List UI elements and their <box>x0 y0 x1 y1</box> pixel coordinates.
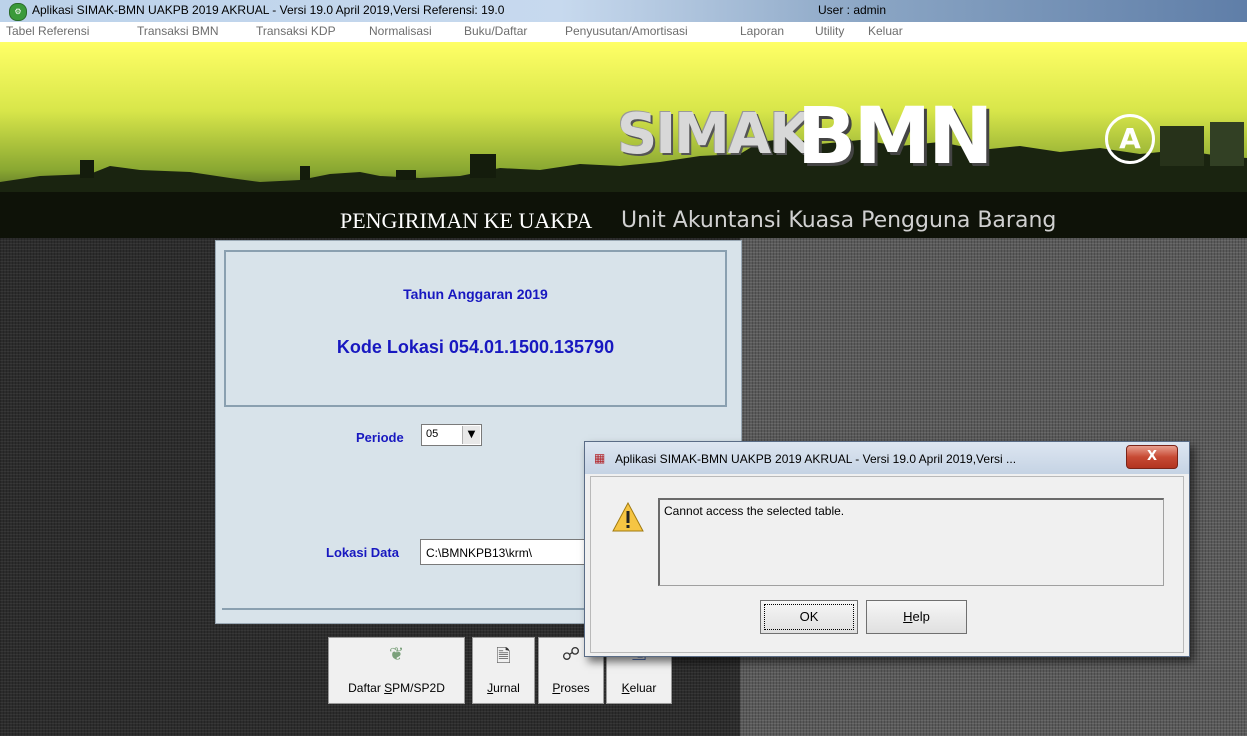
dialog-titlebar[interactable]: ▦ Aplikasi SIMAK-BMN UAKPB 2019 AKRUAL -… <box>585 442 1189 474</box>
menu-tabel-referensi[interactable]: Tabel Referensi <box>6 24 89 38</box>
menu-utility[interactable]: Utility <box>815 24 844 38</box>
keluar-label: Keluar <box>621 681 657 695</box>
menu-transaksi-kdp[interactable]: Transaksi KDP <box>256 24 336 38</box>
page-title: PENGIRIMAN KE UAKPA <box>340 208 593 233</box>
app-icon: ▦ <box>594 451 606 465</box>
periode-value: 05 <box>426 428 439 440</box>
jurnal-label: Jurnal <box>487 681 520 695</box>
periode-label: Periode <box>356 430 404 445</box>
lokasi-data-label: Lokasi Data <box>326 545 399 560</box>
window-titlebar[interactable]: ⚙ Aplikasi SIMAK-BMN UAKPB 2019 AKRUAL -… <box>0 0 1247 23</box>
close-button[interactable]: X <box>1126 445 1178 469</box>
location-code-label: Kode Lokasi 054.01.1500.135790 <box>336 337 615 357</box>
fiscal-year-label: Tahun Anggaran 2019 <box>403 286 548 302</box>
help-button[interactable]: Help <box>866 600 967 634</box>
warning-icon <box>612 502 644 532</box>
logo-simak: SIMAK <box>617 102 813 167</box>
menu-keluar[interactable]: Keluar <box>868 24 903 38</box>
menu-buku-daftar[interactable]: Buku/Daftar <box>464 24 527 38</box>
periode-select[interactable]: 05 ▼ <box>421 424 482 446</box>
daftar-spm-label: Daftar SPM/SP2D <box>348 681 445 695</box>
help-button-label: Help <box>903 609 930 624</box>
jurnal-button[interactable]: 🗎 Jurnal <box>472 637 535 704</box>
app-icon: ⚙ <box>9 3 27 21</box>
error-dialog: ▦ Aplikasi SIMAK-BMN UAKPB 2019 AKRUAL -… <box>584 441 1190 657</box>
menu-bar: Tabel Referensi Transaksi BMN Transaksi … <box>0 22 1247 42</box>
header-banner: SIMAK BMN A PENGIRIMAN KE UAKPA Unit Aku… <box>0 42 1247 238</box>
document-icon: ❦ <box>388 644 405 665</box>
menu-normalisasi[interactable]: Normalisasi <box>369 24 432 38</box>
lokasi-data-input[interactable]: C:\BMNKPB13\krm\ <box>420 539 590 565</box>
error-message: Cannot access the selected table. <box>658 498 1164 586</box>
proses-label: Proses <box>552 681 590 695</box>
ok-button[interactable]: OK <box>760 600 858 634</box>
ok-button-label: OK <box>764 604 854 630</box>
menu-transaksi-bmn[interactable]: Transaksi BMN <box>137 24 219 38</box>
user-indicator: User : admin <box>818 3 887 17</box>
window-title: Aplikasi SIMAK-BMN UAKPB 2019 AKRUAL - V… <box>32 3 505 17</box>
menu-penyusutan[interactable]: Penyusutan/Amortisasi <box>565 24 688 38</box>
daftar-spm-button[interactable]: ❦ Daftar SPM/SP2D <box>328 637 465 704</box>
chevron-down-icon[interactable]: ▼ <box>462 426 480 444</box>
page-subtitle: Unit Akuntansi Kuasa Pengguna Barang <box>621 208 1057 233</box>
logo-bmn: BMN <box>797 92 993 182</box>
menu-laporan[interactable]: Laporan <box>740 24 784 38</box>
journal-icon: 🗎 <box>496 646 511 667</box>
info-box <box>224 250 727 407</box>
dialog-body: Cannot access the selected table. OK Hel… <box>590 476 1184 653</box>
logo-badge: A <box>1105 114 1155 164</box>
dialog-title: Aplikasi SIMAK-BMN UAKPB 2019 AKRUAL - V… <box>615 452 1017 466</box>
